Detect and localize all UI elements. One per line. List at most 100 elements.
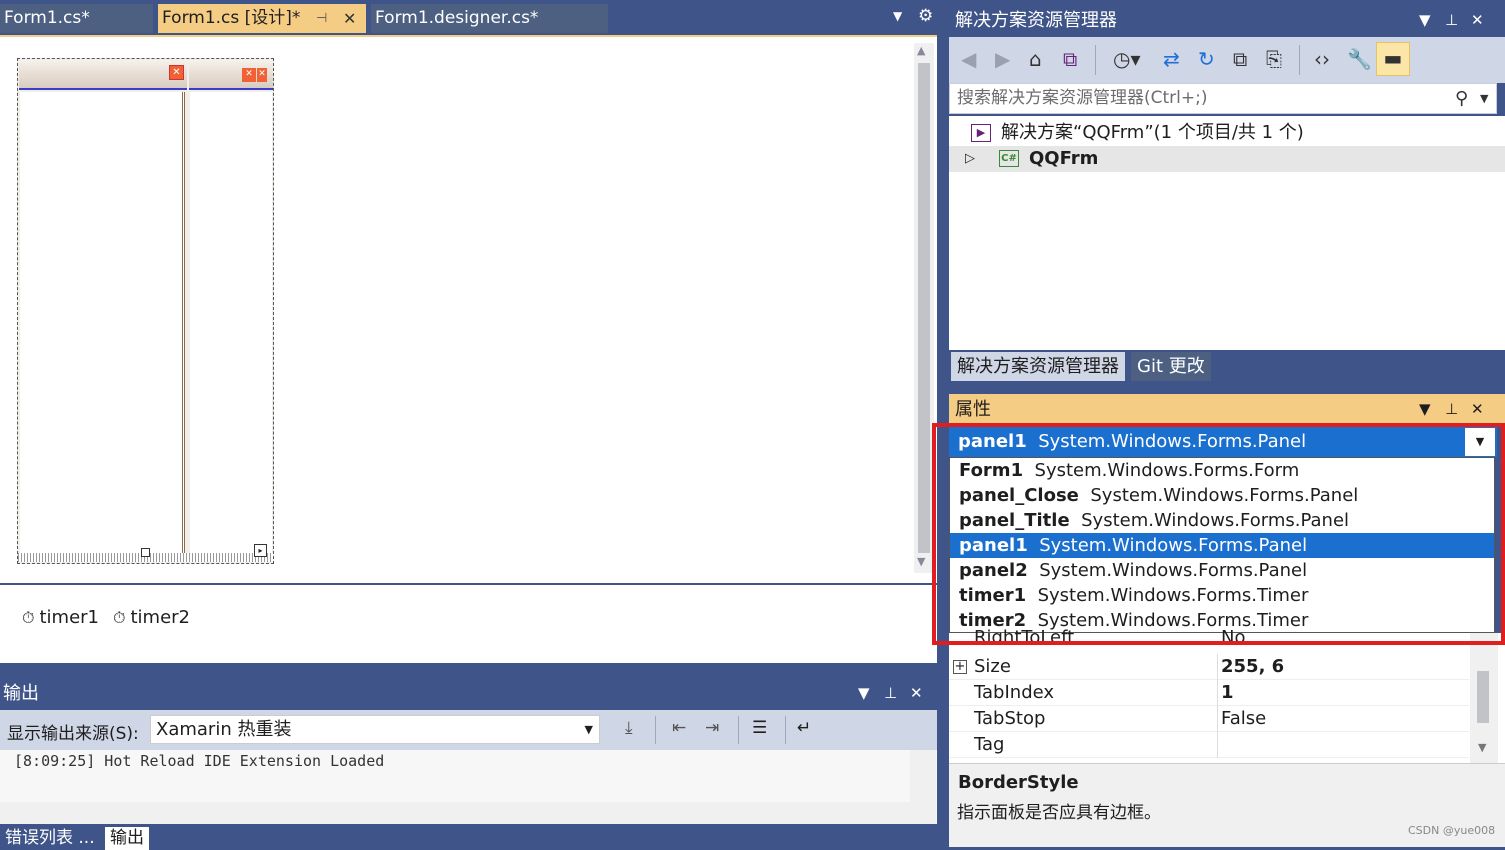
- panel-title: 属性: [955, 399, 991, 420]
- scroll-up-icon[interactable]: ▲: [917, 44, 925, 57]
- tab-form1-designer-view[interactable]: Form1.cs [设计]* ⊣ ✕: [158, 4, 366, 33]
- property-value[interactable]: False: [1221, 706, 1266, 732]
- component-tray: ⏱ timer1 ⏱ timer2: [0, 583, 937, 663]
- solution-explorer-tabs: 解决方案资源管理器 Git 更改: [949, 350, 1505, 381]
- expand-plus-icon[interactable]: +: [953, 660, 967, 674]
- close-icon[interactable]: ✕: [1471, 4, 1484, 37]
- close-icon: ✕: [242, 68, 256, 82]
- pending-changes-icon[interactable]: ◷▾: [1113, 47, 1141, 71]
- output-text-area[interactable]: [8:09:25] Hot Reload IDE Extension Loade…: [0, 750, 937, 824]
- chevron-down-icon[interactable]: ▼: [1480, 84, 1488, 113]
- home-icon[interactable]: ⌂: [1029, 47, 1042, 71]
- back-icon[interactable]: ◀: [961, 47, 976, 71]
- pin-icon[interactable]: ⊥: [884, 677, 897, 710]
- property-value[interactable]: 1: [1221, 680, 1234, 706]
- panel2[interactable]: [190, 92, 272, 554]
- output-horizontal-scrollbar[interactable]: [0, 802, 910, 824]
- pin-icon[interactable]: ⊥: [1445, 394, 1458, 425]
- properties-wrench-icon[interactable]: 🔧: [1347, 47, 1372, 71]
- tab-form1-cs[interactable]: Form1.cs*: [0, 4, 153, 33]
- property-row[interactable]: TabStop False: [949, 706, 1469, 732]
- property-name: Size: [974, 656, 1011, 677]
- view-code-icon[interactable]: ‹›: [1314, 47, 1330, 71]
- divider: [1217, 654, 1218, 680]
- highlight-annotation-box: [932, 423, 1505, 645]
- panel-title: 输出: [3, 683, 39, 704]
- show-all-files-icon[interactable]: ⎘: [1266, 47, 1282, 71]
- resize-handle[interactable]: [141, 548, 150, 557]
- next-message-icon[interactable]: ⇥: [705, 718, 719, 738]
- tree-item-project[interactable]: ▷ C# QQFrm: [949, 146, 1505, 172]
- scroll-down-icon[interactable]: ▼: [1478, 741, 1486, 754]
- tab-label: Form1.cs*: [4, 8, 90, 28]
- output-vertical-scrollbar[interactable]: [910, 750, 936, 824]
- properties-header: 属性 ▼ ⊥ ✕: [949, 394, 1505, 425]
- output-source-label: 显示输出来源(S):: [7, 724, 139, 744]
- divider: [785, 716, 786, 744]
- property-name: TabStop: [974, 708, 1046, 729]
- collapse-all-icon[interactable]: ⧉: [1233, 47, 1247, 71]
- divider: [738, 716, 739, 744]
- component-timer2[interactable]: ⏱ timer2: [113, 607, 190, 628]
- close-icon[interactable]: ✕: [1471, 394, 1484, 425]
- forward-icon[interactable]: ▶: [995, 47, 1010, 71]
- component-timer1[interactable]: ⏱ timer1: [22, 607, 99, 628]
- close-icon[interactable]: ✕: [910, 677, 923, 710]
- search-icon[interactable]: ⚲: [1455, 84, 1468, 113]
- timer-icon: ⏱: [22, 608, 35, 627]
- description-title: BorderStyle: [958, 772, 1079, 793]
- preview-selected-icon[interactable]: ▬: [1376, 42, 1410, 76]
- tree-item-solution[interactable]: ▶ 解决方案“QQFrm”(1 个项目/共 1 个): [949, 120, 1505, 146]
- refresh-icon[interactable]: ↻: [1198, 47, 1215, 71]
- tree-item-label: QQFrm: [1029, 148, 1099, 169]
- pin-icon[interactable]: ⊥: [1445, 4, 1458, 37]
- scroll-down-icon[interactable]: ▼: [917, 555, 925, 568]
- property-value[interactable]: 255, 6: [1221, 654, 1284, 680]
- divider: [655, 716, 656, 744]
- component-label: timer2: [130, 607, 191, 628]
- tab-form1-designer-cs[interactable]: Form1.designer.cs*: [371, 4, 608, 33]
- close-icon: ✕: [169, 65, 184, 80]
- panel-title[interactable]: ✕: [19, 60, 187, 90]
- sync-icon[interactable]: ⇄: [1163, 47, 1180, 71]
- chevron-down-icon[interactable]: ▼: [858, 677, 870, 710]
- output-source-value: Xamarin 热重装: [156, 719, 292, 740]
- tab-solution-explorer[interactable]: 解决方案资源管理器: [951, 352, 1125, 381]
- property-name: TabIndex: [974, 682, 1055, 703]
- tree-item-label: 解决方案“QQFrm”(1 个项目/共 1 个): [1001, 122, 1304, 143]
- gear-icon[interactable]: ⚙: [918, 6, 933, 26]
- form1-design-window[interactable]: ✕ ✕ ✕ ▸: [17, 58, 274, 564]
- chevron-down-icon[interactable]: ▼: [1419, 4, 1431, 37]
- watermark: CSDN @yue008: [1408, 824, 1496, 837]
- pin-icon[interactable]: ⊣: [316, 4, 327, 33]
- switch-views-icon[interactable]: ⧉: [1063, 47, 1077, 71]
- scroll-thumb[interactable]: [1477, 671, 1489, 723]
- previous-message-icon[interactable]: ⇤: [672, 718, 686, 738]
- property-row[interactable]: TabIndex 1: [949, 680, 1469, 706]
- smart-tag-icon[interactable]: ▸: [254, 544, 267, 557]
- solution-explorer-toolbar: ◀ ▶ ⌂ ⧉ ◷▾ ⇄ ↻ ⧉ ⎘ ‹› 🔧 ▬: [949, 37, 1505, 83]
- expand-arrow-icon[interactable]: ▷: [965, 146, 975, 172]
- designer-vertical-scrollbar[interactable]: ▲ ▼: [914, 43, 934, 573]
- word-wrap-icon[interactable]: ↵: [797, 718, 811, 738]
- find-message-icon[interactable]: ⤓: [625, 718, 633, 738]
- output-source-select[interactable]: Xamarin 热重装 ▼: [150, 715, 600, 744]
- property-row[interactable]: + Size 255, 6: [949, 654, 1469, 680]
- chevron-down-icon[interactable]: ▼: [893, 9, 902, 23]
- tab-git-changes[interactable]: Git 更改: [1131, 352, 1211, 381]
- property-grid-scrollbar[interactable]: ▼: [1470, 633, 1498, 763]
- output-toolbar: 显示输出来源(S): Xamarin 热重装 ▼ ⤓ ⇤ ⇥ ☰ ↵: [0, 710, 937, 750]
- property-row[interactable]: Tag: [949, 732, 1469, 758]
- chevron-down-icon[interactable]: ▼: [1419, 394, 1431, 425]
- divider: [1095, 45, 1096, 75]
- close-icon[interactable]: ✕: [343, 4, 356, 33]
- panel-close[interactable]: ✕ ✕: [189, 60, 273, 90]
- solution-explorer-header: 解决方案资源管理器 ▼ ⊥ ✕: [949, 4, 1505, 37]
- panel1[interactable]: [20, 92, 185, 554]
- clear-all-icon[interactable]: ☰: [752, 718, 767, 738]
- scroll-thumb[interactable]: [918, 63, 930, 553]
- divider: [1217, 680, 1218, 706]
- solution-explorer-search[interactable]: 搜索解决方案资源管理器(Ctrl+;) ⚲ ▼: [949, 83, 1497, 114]
- property-name: Tag: [974, 734, 1005, 755]
- csharp-project-icon: C#: [999, 150, 1019, 167]
